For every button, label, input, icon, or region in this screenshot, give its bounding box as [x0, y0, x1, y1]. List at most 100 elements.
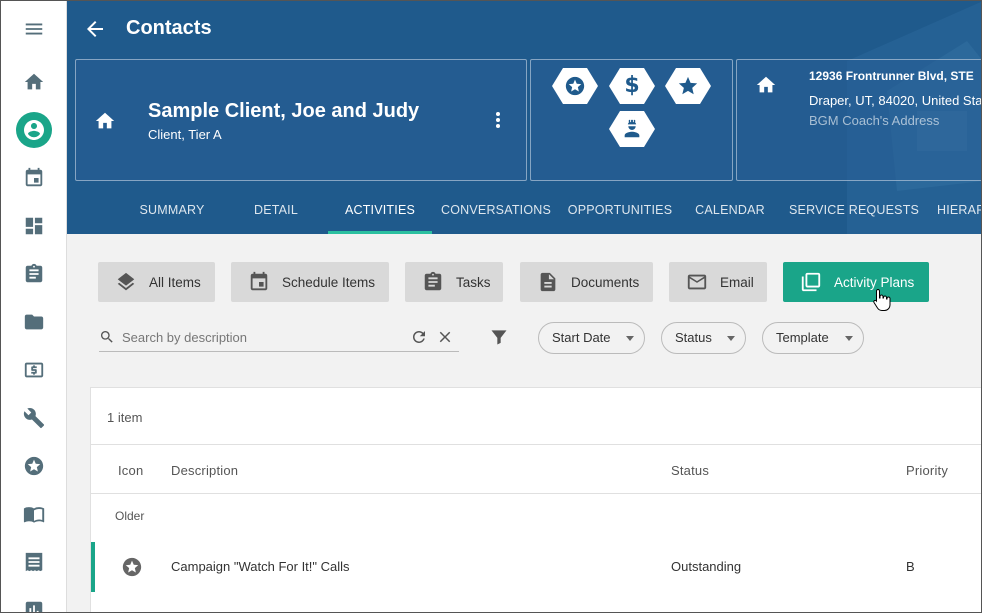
- kebab-dot: [496, 124, 500, 128]
- table-row[interactable]: Campaign "Watch For It!" Calls Outstandi…: [91, 542, 981, 592]
- star-icon: [24, 456, 44, 476]
- row-type-icon: [121, 556, 143, 578]
- wrench-icon: [23, 408, 45, 429]
- refresh-button[interactable]: [410, 328, 428, 346]
- tasks-button[interactable]: Tasks: [405, 262, 503, 302]
- tab-activities[interactable]: ACTIVITIES: [328, 189, 432, 234]
- status-label: Status: [675, 330, 712, 345]
- tab-hierarchy[interactable]: HIERAR: [937, 189, 981, 234]
- nav-finance[interactable]: [1, 350, 67, 390]
- menu-button[interactable]: [1, 9, 67, 49]
- start-date-label: Start Date: [552, 330, 611, 345]
- tab-detail[interactable]: DETAIL: [235, 189, 317, 234]
- page-title: Contacts: [126, 17, 212, 39]
- nav-favorites[interactable]: [1, 446, 67, 486]
- nav-reports[interactable]: [1, 590, 67, 612]
- activity-toolbar: All Items Schedule Items Tasks Documents…: [75, 241, 981, 371]
- calendar-icon: [25, 167, 43, 187]
- library-icon: [801, 272, 821, 292]
- more-options-button[interactable]: [490, 108, 506, 132]
- search-bar: [99, 324, 459, 352]
- all-items-button[interactable]: All Items: [98, 262, 215, 302]
- schedule-items-button[interactable]: Schedule Items: [231, 262, 389, 302]
- left-nav-rail: [1, 1, 67, 612]
- hand-cursor-icon: [873, 288, 891, 311]
- star-circle-icon: [565, 76, 585, 96]
- address-line-2: Draper, UT, 84020, United Sta: [809, 93, 982, 108]
- tasks-label: Tasks: [456, 274, 491, 290]
- activity-plans-button[interactable]: Activity Plans: [783, 262, 929, 302]
- status-dropdown[interactable]: Status: [661, 322, 746, 354]
- tab-calendar[interactable]: CALENDAR: [691, 189, 769, 234]
- address-card: 12936 Frontrunner Blvd, STE Draper, UT, …: [736, 59, 982, 181]
- chevron-down-icon: [626, 336, 634, 341]
- nav-calendar[interactable]: [1, 158, 67, 198]
- table-header: Icon Description Status Priority: [91, 444, 981, 494]
- nav-dashboard[interactable]: [1, 206, 67, 246]
- tab-service-requests[interactable]: SERVICE REQUESTS: [789, 189, 919, 234]
- nav-contacts[interactable]: [1, 110, 67, 150]
- row-priority: B: [906, 559, 915, 574]
- home-icon: [24, 73, 44, 90]
- nav-home[interactable]: [1, 62, 67, 102]
- nav-library[interactable]: [1, 494, 67, 534]
- schedule-items-label: Schedule Items: [282, 274, 376, 290]
- badge-dollar[interactable]: $: [609, 68, 655, 104]
- column-header-priority[interactable]: Priority: [906, 463, 948, 478]
- star-circle-icon: [122, 557, 142, 577]
- nav-receipts[interactable]: [1, 542, 67, 582]
- contact-active-indicator: [16, 112, 52, 148]
- tab-summary[interactable]: SUMMARY: [128, 189, 216, 234]
- template-dropdown[interactable]: Template: [762, 322, 864, 354]
- nav-tools[interactable]: [1, 398, 67, 438]
- column-header-description[interactable]: Description: [171, 463, 238, 478]
- money-icon: [24, 362, 44, 378]
- contact-icon: [24, 120, 44, 140]
- dashboard-icon: [25, 217, 43, 235]
- badge-star-circle[interactable]: [552, 68, 598, 104]
- email-label: Email: [720, 274, 754, 290]
- arrow-left-icon: [87, 21, 103, 37]
- email-icon: [687, 274, 707, 290]
- tab-conversations[interactable]: CONVERSATIONS: [441, 189, 551, 234]
- row-description: Campaign "Watch For It!" Calls: [171, 559, 350, 574]
- template-label: Template: [776, 330, 829, 345]
- close-icon: [439, 331, 451, 343]
- email-button[interactable]: Email: [669, 262, 767, 302]
- star-icon: [678, 76, 698, 95]
- client-subtitle: Client, Tier A: [148, 127, 222, 142]
- clear-search-button[interactable]: [436, 328, 454, 346]
- dollar-icon: $: [624, 73, 640, 98]
- back-button[interactable]: [83, 17, 107, 41]
- chevron-down-icon: [727, 336, 735, 341]
- contact-header: Contacts Sample Client, Joe and Judy Cli…: [67, 1, 982, 234]
- activities-table: 1 item Icon Description Status Priority …: [90, 387, 981, 612]
- column-header-icon[interactable]: Icon: [118, 463, 143, 478]
- search-icon: [101, 331, 113, 343]
- all-items-label: All Items: [149, 274, 201, 290]
- filter-button[interactable]: [489, 327, 509, 347]
- contact-tabs: SUMMARY DETAIL ACTIVITIES CONVERSATIONS …: [67, 189, 981, 234]
- chart-icon: [25, 601, 43, 612]
- folder-icon: [24, 314, 44, 330]
- nav-tasks[interactable]: [1, 254, 67, 294]
- home-icon: [755, 74, 777, 96]
- column-header-status[interactable]: Status: [671, 463, 709, 478]
- start-date-dropdown[interactable]: Start Date: [538, 322, 645, 354]
- search-input[interactable]: [122, 327, 402, 347]
- kebab-dot: [496, 112, 500, 116]
- worker-icon: [624, 119, 640, 138]
- badge-worker[interactable]: [609, 111, 655, 147]
- tab-opportunities[interactable]: OPPORTUNITIES: [567, 189, 673, 234]
- layers-icon: [117, 272, 135, 291]
- documents-button[interactable]: Documents: [520, 262, 653, 302]
- badge-star[interactable]: [665, 68, 711, 104]
- receipt-icon: [25, 552, 43, 572]
- filter-icon: [491, 330, 507, 345]
- document-icon: [540, 272, 556, 292]
- clipboard-icon: [25, 263, 43, 283]
- home-icon: [94, 110, 116, 132]
- nav-documents[interactable]: [1, 302, 67, 342]
- row-status: Outstanding: [671, 559, 742, 574]
- item-count: 1 item: [107, 410, 143, 425]
